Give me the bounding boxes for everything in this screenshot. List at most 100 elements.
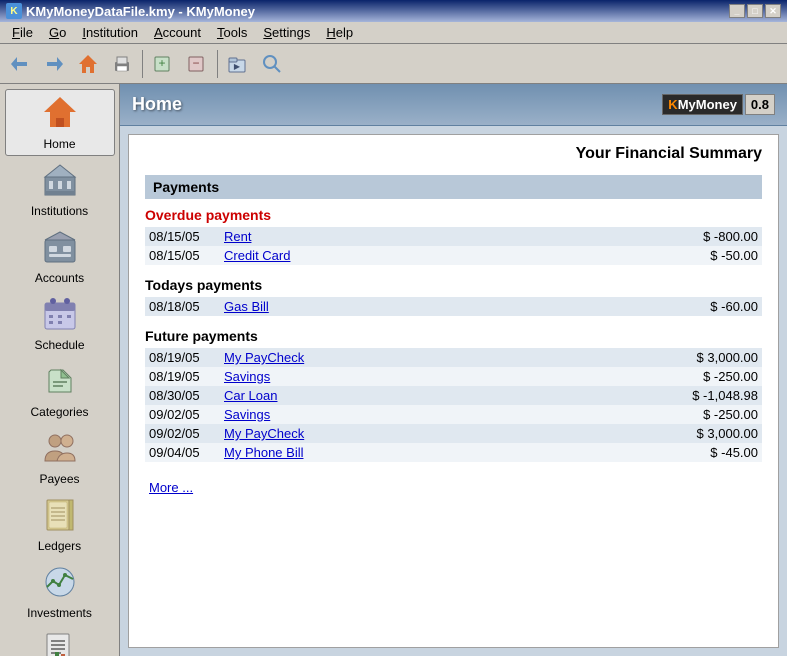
future-title: Future payments [145, 328, 762, 344]
future-row-2: 08/30/05 Car Loan $ -1,048.98 [145, 386, 762, 405]
reports-icon [43, 632, 77, 656]
sidebar-item-payees[interactable]: Payees [5, 426, 115, 491]
overdue-name-0[interactable]: Rent [224, 229, 658, 244]
overdue-date-0: 08/15/05 [149, 229, 224, 244]
maximize-button[interactable]: □ [747, 4, 763, 18]
menu-file[interactable]: FFileile [4, 23, 41, 42]
institutions-icon [43, 163, 77, 202]
today-name-0[interactable]: Gas Bill [224, 299, 658, 314]
future-name-2[interactable]: Car Loan [224, 388, 658, 403]
schedule-icon [43, 297, 77, 336]
overdue-row-0: 08/15/05 Rent $ -800.00 [145, 227, 762, 246]
svg-text:+: + [158, 56, 165, 70]
overdue-name-1[interactable]: Credit Card [224, 248, 658, 263]
sidebar-item-accounts[interactable]: Accounts [5, 225, 115, 290]
ledgers-icon [43, 498, 77, 537]
future-date-4: 09/02/05 [149, 426, 224, 441]
categories-icon [43, 364, 77, 403]
svg-text:▶: ▶ [234, 62, 241, 71]
sidebar-item-categories[interactable]: Categories [5, 359, 115, 424]
future-date-5: 09/04/05 [149, 445, 224, 460]
future-date-0: 08/19/05 [149, 350, 224, 365]
logo-box: KMyMoney [662, 94, 743, 115]
future-row-5: 09/04/05 My Phone Bill $ -45.00 [145, 443, 762, 462]
today-amount-0: $ -60.00 [658, 299, 758, 314]
content-title: Home [132, 94, 182, 115]
sidebar-item-investments[interactable]: Investments [5, 560, 115, 625]
more-link[interactable]: More ... [145, 478, 197, 497]
future-name-4[interactable]: My PayCheck [224, 426, 658, 441]
overdue-row-1: 08/15/05 Credit Card $ -50.00 [145, 246, 762, 265]
future-amount-5: $ -45.00 [658, 445, 758, 460]
menu-help[interactable]: Help [318, 23, 361, 42]
forward-button[interactable] [38, 48, 70, 80]
print-button[interactable] [106, 48, 138, 80]
future-name-1[interactable]: Savings [224, 369, 658, 384]
payees-icon [43, 431, 77, 470]
logo-version: 0.8 [745, 94, 775, 115]
minimize-button[interactable]: _ [729, 4, 745, 18]
payments-section-header: Payments [145, 175, 762, 199]
future-row-4: 09/02/05 My PayCheck $ 3,000.00 [145, 424, 762, 443]
home-button[interactable] [72, 48, 104, 80]
future-date-2: 08/30/05 [149, 388, 224, 403]
window-title: KMyMoneyDataFile.kmy - KMyMoney [26, 4, 255, 19]
today-row-0: 08/18/05 Gas Bill $ -60.00 [145, 297, 762, 316]
future-amount-2: $ -1,048.98 [658, 388, 758, 403]
overdue-date-1: 08/15/05 [149, 248, 224, 263]
open-account-button[interactable]: ▶ [222, 48, 254, 80]
overdue-amount-0: $ -800.00 [658, 229, 758, 244]
app-logo: KMyMoney 0.8 [662, 94, 775, 115]
summary-title: Your Financial Summary [145, 145, 762, 163]
menu-bar: FFileile Go Institution Account Tools Se… [0, 22, 787, 44]
future-name-0[interactable]: My PayCheck [224, 350, 658, 365]
toolbar: + − ▶ [0, 44, 787, 84]
future-name-3[interactable]: Savings [224, 407, 658, 422]
logo-k: K [668, 97, 677, 112]
close-button[interactable]: ✕ [765, 4, 781, 18]
future-amount-3: $ -250.00 [658, 407, 758, 422]
menu-account[interactable]: Account [146, 23, 209, 42]
app-icon: K [6, 3, 22, 19]
sidebar-item-ledgers[interactable]: Ledgers [5, 493, 115, 558]
future-row-1: 08/19/05 Savings $ -250.00 [145, 367, 762, 386]
menu-go[interactable]: Go [41, 23, 74, 42]
future-amount-1: $ -250.00 [658, 369, 758, 384]
future-name-5[interactable]: My Phone Bill [224, 445, 658, 460]
delete-button[interactable]: − [181, 48, 213, 80]
sidebar-item-institutions[interactable]: Institutions [5, 158, 115, 223]
home-icon [42, 94, 78, 135]
future-amount-4: $ 3,000.00 [658, 426, 758, 441]
sidebar-item-schedule[interactable]: Schedule [5, 292, 115, 357]
future-section: Future payments 08/19/05 My PayCheck $ 3… [145, 328, 762, 462]
content-header: Home KMyMoney 0.8 [120, 84, 787, 126]
future-row-3: 09/02/05 Savings $ -250.00 [145, 405, 762, 424]
today-date-0: 08/18/05 [149, 299, 224, 314]
panel-inner: Your Financial Summary Payments Overdue … [129, 135, 778, 535]
panel-scroll[interactable]: Your Financial Summary Payments Overdue … [128, 134, 779, 648]
back-button[interactable] [4, 48, 36, 80]
accounts-icon [43, 230, 77, 269]
today-title: Todays payments [145, 277, 762, 293]
future-amount-0: $ 3,000.00 [658, 350, 758, 365]
overdue-title: Overdue payments [145, 207, 762, 223]
menu-institution[interactable]: Institution [74, 23, 146, 42]
search-button[interactable] [256, 48, 288, 80]
sidebar-item-home[interactable]: Home [5, 89, 115, 156]
sidebar-label-institutions: Institutions [31, 204, 88, 218]
menu-tools[interactable]: Tools [209, 23, 255, 42]
sidebar-label-home: Home [43, 137, 75, 151]
sidebar-label-categories: Categories [30, 405, 88, 419]
new-transaction-button[interactable]: + [147, 48, 179, 80]
sidebar: Home Institutions Accounts Schedule Cate [0, 84, 120, 656]
sidebar-label-ledgers: Ledgers [38, 539, 81, 553]
investments-icon [43, 565, 77, 604]
main-layout: Home Institutions Accounts Schedule Cate [0, 84, 787, 656]
menu-settings[interactable]: Settings [255, 23, 318, 42]
sidebar-label-accounts: Accounts [35, 271, 84, 285]
title-bar: K KMyMoneyDataFile.kmy - KMyMoney _ □ ✕ [0, 0, 787, 22]
panel-container: Your Financial Summary Payments Overdue … [120, 126, 787, 656]
future-row-0: 08/19/05 My PayCheck $ 3,000.00 [145, 348, 762, 367]
sidebar-item-reports[interactable]: Reports [5, 627, 115, 656]
future-date-1: 08/19/05 [149, 369, 224, 384]
